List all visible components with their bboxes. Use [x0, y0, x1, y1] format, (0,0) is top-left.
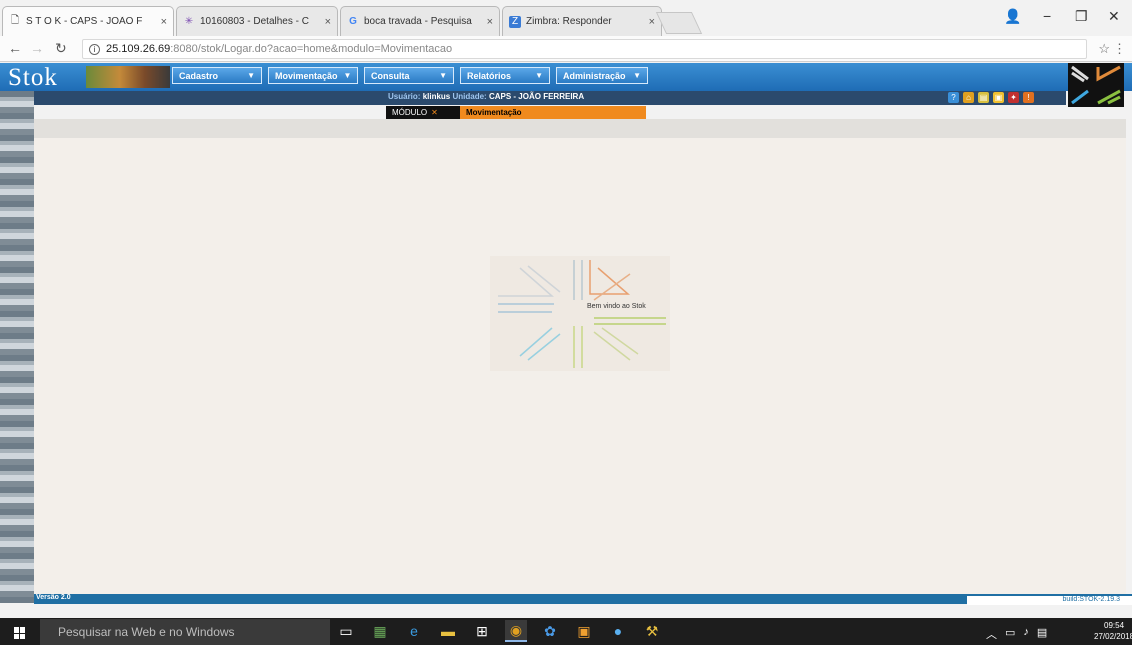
- tab-detalhes[interactable]: ✳ 10160803 - Detalhes - C ×: [176, 6, 338, 36]
- app-logo: Stok: [8, 64, 58, 91]
- tab-label: S T O K - CAPS - JOÃO F: [26, 16, 143, 27]
- profile-icon[interactable]: 👤: [1004, 8, 1021, 25]
- browser-tabstrip: 🗋 S T O K - CAPS - JOÃO F × ✳ 10160803 -…: [0, 0, 1132, 36]
- taskbar-clock[interactable]: 09:54 27/02/2018: [1094, 620, 1132, 642]
- menu-label: Movimentação: [275, 70, 338, 81]
- module-bar: MÓDULO ✕ Movimentação: [386, 106, 646, 119]
- menu-cadastro[interactable]: Cadastro ▼: [172, 67, 262, 84]
- tab-google[interactable]: G boca travada - Pesquisa ×: [340, 6, 500, 36]
- chrome-icon[interactable]: ◉: [505, 620, 527, 642]
- menu-relatorios[interactable]: Relatórios ▼: [460, 67, 550, 84]
- taskbar-icons: ▭ ▦ e ▬ ⊞ ◉ ✿ ▣ ● ⚒: [335, 620, 663, 642]
- corner-logo-icon: [1068, 63, 1124, 107]
- task-view-icon[interactable]: ▭: [335, 620, 357, 642]
- unit-value: CAPS - JOÃO FERREIRA: [488, 92, 585, 101]
- windows-start-icon[interactable]: [14, 627, 26, 639]
- unit-label: Unidade:: [452, 92, 487, 101]
- new-tab-button[interactable]: [655, 12, 703, 34]
- module-name: Movimentação: [460, 106, 646, 119]
- logout-icon[interactable]: !: [1023, 92, 1034, 103]
- module-label-box: MÓDULO ✕: [386, 106, 460, 119]
- edge-icon[interactable]: e: [403, 620, 425, 642]
- stok-emblem-icon: [498, 260, 666, 368]
- document-icon[interactable]: ▤: [978, 92, 989, 103]
- user-value: klinkus: [422, 92, 451, 101]
- system-tray: ︿ ▭ ♪ ▤: [986, 626, 1047, 642]
- menu-label: Consulta: [371, 70, 410, 81]
- help-icon[interactable]: ?: [948, 92, 959, 103]
- clock-time: 09:54: [1104, 621, 1125, 630]
- menu-label: Relatórios: [467, 70, 512, 81]
- address-bar[interactable]: i 25.109.26.69 :8080/stok/Logar.do?acao=…: [82, 39, 1087, 59]
- taskbar-search[interactable]: Pesquisar na Web e no Windows: [40, 619, 330, 645]
- tab-close-icon[interactable]: ×: [161, 16, 167, 28]
- address-row: ← → ↻ i 25.109.26.69 :8080/stok/Logar.do…: [0, 36, 1132, 62]
- outlook-icon[interactable]: ▣: [573, 620, 595, 642]
- page-icon: 🗋: [10, 15, 20, 26]
- tab-close-icon[interactable]: ×: [649, 16, 655, 28]
- welcome-panel: [490, 256, 670, 371]
- dropdown-arrow-icon: ▼: [439, 71, 447, 80]
- spreadsheet-app-icon[interactable]: ▦: [369, 620, 391, 642]
- menu-kebab-icon[interactable]: ⋮: [1113, 41, 1126, 57]
- menu-consulta[interactable]: Consulta ▼: [364, 67, 454, 84]
- messenger-icon[interactable]: ●: [607, 620, 629, 642]
- file-explorer-icon[interactable]: ▬: [437, 620, 459, 642]
- url-host: 25.109.26.69: [106, 43, 171, 55]
- menu-movimentacao[interactable]: Movimentação ▼: [268, 67, 358, 84]
- bookmark-star-icon[interactable]: ☆: [1098, 41, 1110, 57]
- tab-close-icon[interactable]: ×: [487, 16, 493, 28]
- main-menu: Cadastro ▼ Movimentação ▼ Consulta ▼ Relató…: [172, 67, 648, 84]
- notification-icon[interactable]: ▤: [1037, 626, 1047, 642]
- user-label: Usuário:: [388, 92, 421, 101]
- tab-label: boca travada - Pesquisa: [364, 16, 472, 27]
- clock-date: 27/02/2018: [1094, 632, 1132, 641]
- store-icon[interactable]: ⊞: [471, 620, 493, 642]
- welcome-text: Bem vindo ao Stok: [587, 303, 646, 310]
- network-icon[interactable]: ▭: [1005, 626, 1015, 642]
- lock-icon[interactable]: ▣: [993, 92, 1004, 103]
- close-window-icon[interactable]: ✕: [1108, 8, 1120, 25]
- forward-icon[interactable]: →: [30, 40, 44, 56]
- sub-toolbar: [34, 119, 1126, 138]
- version-label: Versão 2.0: [36, 594, 71, 601]
- tab-label: Zimbra: Responder: [526, 16, 612, 27]
- tray-chevron-icon[interactable]: ︿: [986, 626, 997, 642]
- dropdown-arrow-icon: ▼: [343, 71, 352, 80]
- header-banner-image: [86, 66, 170, 88]
- dropdown-arrow-icon: ▼: [633, 71, 641, 80]
- star-logo-icon: ✳: [184, 16, 194, 27]
- menu-label: Cadastro: [179, 70, 219, 81]
- zimbra-icon: Z: [509, 15, 521, 28]
- menu-label: Administração: [563, 70, 626, 81]
- menu-administracao[interactable]: Administração ▼: [556, 67, 648, 84]
- module-label: MÓDULO: [392, 108, 428, 117]
- user-info: Usuário: klinkus Unidade: CAPS - JOÃO FE…: [388, 92, 584, 101]
- config-icon[interactable]: ✦: [1008, 92, 1019, 103]
- tab-stok[interactable]: 🗋 S T O K - CAPS - JOÃO F ×: [2, 6, 174, 36]
- dropdown-arrow-icon: ▼: [535, 71, 543, 80]
- minimize-icon[interactable]: −: [1043, 8, 1051, 24]
- info-icon[interactable]: i: [89, 43, 100, 55]
- network-app-icon[interactable]: ✿: [539, 620, 561, 642]
- dropdown-arrow-icon: ▼: [247, 71, 255, 80]
- restore-icon[interactable]: ❐: [1075, 8, 1088, 25]
- tab-label: 10160803 - Detalhes - C: [200, 16, 309, 27]
- tool-icons: ? ⌂ ▤ ▣ ✦ !: [948, 92, 1034, 103]
- reload-icon[interactable]: ↻: [55, 40, 67, 57]
- volume-icon[interactable]: ♪: [1023, 626, 1029, 642]
- left-decorative-strip: [0, 91, 34, 603]
- tools-icon[interactable]: ⚒: [641, 620, 663, 642]
- google-icon: G: [349, 16, 357, 27]
- build-label: build:STOK-2.19.3: [967, 596, 1132, 605]
- tab-zimbra[interactable]: Z Zimbra: Responder ×: [502, 6, 662, 36]
- module-x-icon: ✕: [431, 108, 438, 117]
- back-icon[interactable]: ←: [8, 40, 22, 56]
- url-path: :8080/stok/Logar.do?acao=home&modulo=Mov…: [170, 43, 453, 55]
- tab-close-icon[interactable]: ×: [325, 16, 331, 28]
- home-icon[interactable]: ⌂: [963, 92, 974, 103]
